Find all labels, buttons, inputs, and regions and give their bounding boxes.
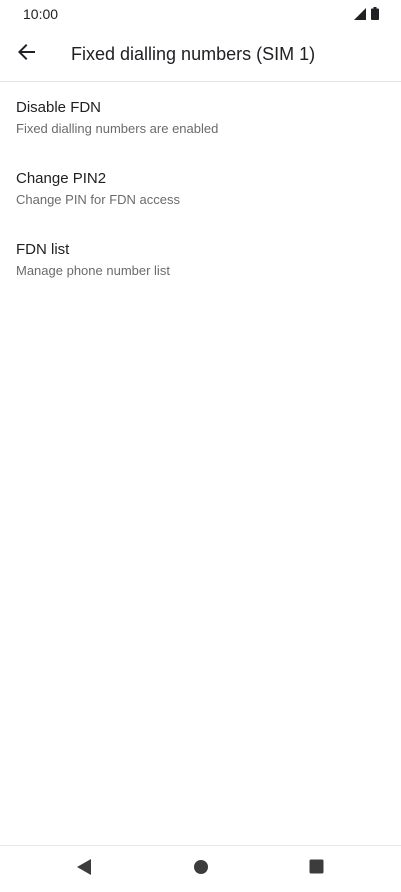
- pref-title: Disable FDN: [16, 99, 102, 116]
- status-time: 10:00: [23, 6, 59, 22]
- battery-icon: [371, 7, 379, 20]
- navigation-bar: [0, 845, 401, 892]
- pref-title: Change PIN2: [16, 170, 107, 187]
- nav-recents-icon: [309, 859, 324, 879]
- status-icons: [354, 7, 379, 20]
- screen: 10:00 Fixed dialling numbers (SIM 1) Dis…: [0, 0, 401, 892]
- nav-back-button[interactable]: [69, 854, 99, 884]
- back-button[interactable]: [10, 37, 44, 71]
- nav-home-icon: [193, 859, 209, 880]
- signal-icon: [354, 8, 366, 20]
- pref-disable-fdn[interactable]: Disable FDN Fixed dialling numbers are e…: [0, 83, 401, 154]
- pref-summary: Manage phone number list: [16, 263, 170, 278]
- pref-summary: Fixed dialling numbers are enabled: [16, 121, 219, 136]
- nav-back-icon: [76, 858, 92, 881]
- page-title: Fixed dialling numbers (SIM 1): [71, 44, 316, 64]
- nav-home-button[interactable]: [186, 854, 216, 884]
- arrow-back-icon: [18, 43, 36, 66]
- pref-title: FDN list: [16, 241, 70, 258]
- pref-change-pin2[interactable]: Change PIN2 Change PIN for FDN access: [0, 154, 401, 225]
- app-bar: Fixed dialling numbers (SIM 1): [0, 28, 401, 82]
- pref-summary: Change PIN for FDN access: [16, 192, 181, 207]
- pref-fdn-list[interactable]: FDN list Manage phone number list: [0, 225, 401, 296]
- status-bar: 10:00: [0, 0, 401, 28]
- nav-recents-button[interactable]: [301, 854, 331, 884]
- preference-list: Disable FDN Fixed dialling numbers are e…: [0, 83, 401, 296]
